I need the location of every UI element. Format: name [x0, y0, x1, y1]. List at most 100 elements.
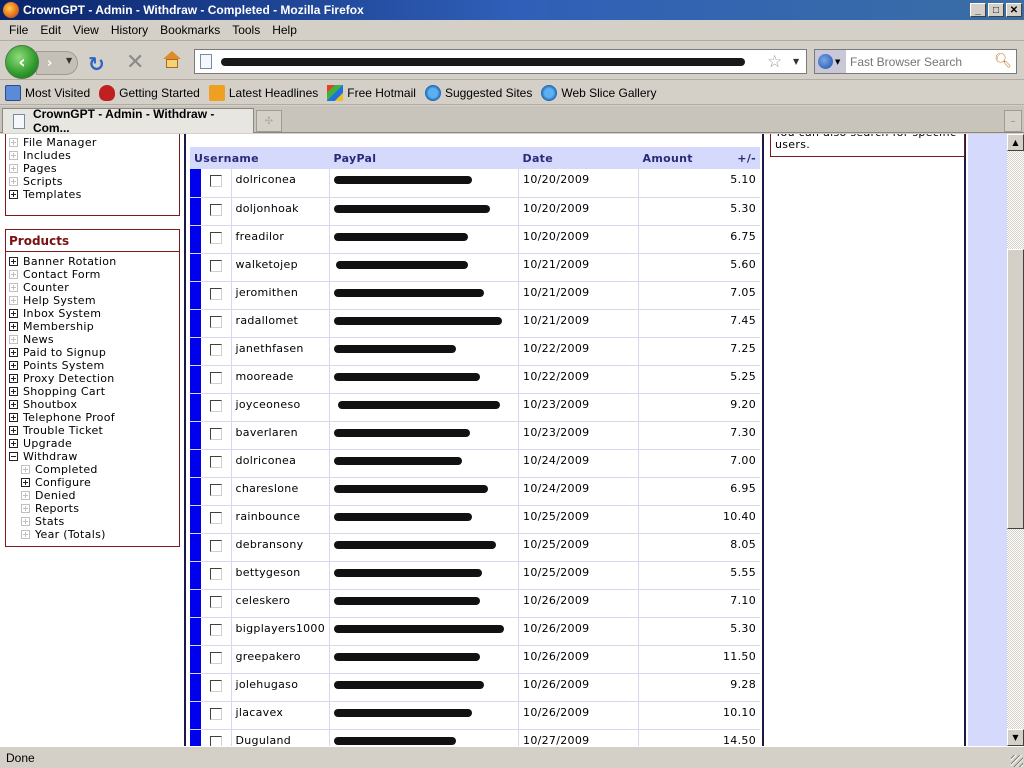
scroll-up-button[interactable]: ▲ [1007, 134, 1024, 151]
menu-view[interactable]: View [67, 23, 105, 37]
expand-icon[interactable] [9, 309, 18, 318]
search-input[interactable] [850, 53, 995, 70]
collapse-icon[interactable] [9, 452, 18, 461]
sidebar-item-shoutbox[interactable]: Shoutbox [9, 398, 179, 411]
bookmark-most-visited[interactable]: Most Visited [5, 84, 90, 101]
row-checkbox[interactable] [209, 259, 222, 272]
header-paypal[interactable]: PayPal [329, 147, 519, 169]
cell-username[interactable]: jeromithen [231, 281, 331, 310]
menu-tools[interactable]: Tools [226, 23, 266, 37]
sidebar-item-trouble-ticket[interactable]: Trouble Ticket [9, 424, 179, 437]
cell-username[interactable]: celeskero [231, 589, 331, 618]
bookmark-getting-started[interactable]: Getting Started [99, 84, 200, 101]
back-button[interactable]: ‹ [5, 45, 39, 79]
cell-username[interactable]: jolehugaso [231, 673, 331, 702]
menu-edit[interactable]: Edit [34, 23, 67, 37]
cell-username[interactable]: dolriconea [231, 449, 331, 478]
sidebar-item-news[interactable]: News [9, 333, 179, 346]
row-checkbox[interactable] [209, 343, 222, 356]
cell-username[interactable]: janethfasen [231, 337, 331, 366]
cell-username[interactable]: dolriconea [231, 169, 331, 198]
history-dropdown-icon[interactable]: ▼ [66, 56, 72, 65]
maximize-button[interactable]: □ [988, 3, 1004, 17]
cell-username[interactable]: rainbounce [231, 505, 331, 534]
sidebar-item-telephone-proof[interactable]: Telephone Proof [9, 411, 179, 424]
expand-icon[interactable] [9, 257, 18, 266]
menu-bookmarks[interactable]: Bookmarks [154, 23, 226, 37]
cell-username[interactable]: greepakero [231, 645, 331, 674]
sidebar-item-contact-form[interactable]: Contact Form [9, 268, 179, 281]
sidebar-item-stats[interactable]: Stats [9, 515, 179, 528]
row-checkbox[interactable] [209, 315, 222, 328]
bookmark-star-icon[interactable]: ☆ [767, 52, 782, 72]
expand-icon[interactable] [9, 374, 18, 383]
row-checkbox[interactable] [209, 707, 222, 720]
expand-icon[interactable] [9, 190, 18, 199]
scroll-thumb[interactable] [1007, 249, 1024, 529]
sidebar-item-denied[interactable]: Denied [9, 489, 179, 502]
sidebar-item-withdraw[interactable]: Withdraw [9, 450, 179, 463]
sidebar-item-counter[interactable]: Counter [9, 281, 179, 294]
cell-username[interactable]: jlacavex [231, 701, 331, 730]
row-checkbox[interactable] [209, 175, 222, 187]
search-icon[interactable]: 🔍︎ [994, 53, 1012, 69]
minimize-button[interactable]: _ [970, 3, 986, 17]
expand-icon[interactable] [9, 348, 18, 357]
cell-username[interactable]: baverlaren [231, 421, 331, 450]
sidebar-item-file-manager[interactable]: File Manager [9, 136, 179, 149]
new-tab-button[interactable]: ✣ [256, 110, 282, 132]
resize-grip-icon[interactable] [1011, 755, 1023, 767]
row-checkbox[interactable] [209, 539, 222, 552]
sidebar-item-proxy-detection[interactable]: Proxy Detection [9, 372, 179, 385]
bookmark-latest-headlines[interactable]: Latest Headlines [208, 84, 318, 101]
cell-username[interactable]: doljonhoak [231, 197, 331, 226]
home-icon[interactable] [163, 51, 181, 69]
menu-file[interactable]: File [3, 23, 34, 37]
sidebar-item-shopping-cart[interactable]: Shopping Cart [9, 385, 179, 398]
scroll-down-button[interactable]: ▼ [1007, 729, 1024, 746]
expand-icon[interactable] [9, 322, 18, 331]
cell-username[interactable]: mooreade [231, 365, 331, 394]
sidebar-item-reports[interactable]: Reports [9, 502, 179, 515]
cell-username[interactable]: bigplayers1000 [231, 617, 331, 646]
bookmark-web-slice-gallery[interactable]: Web Slice Gallery [541, 84, 657, 101]
cell-username[interactable]: Duguland [231, 729, 331, 746]
expand-icon[interactable] [9, 439, 18, 448]
tab-list-button[interactable]: – [1004, 110, 1022, 132]
sidebar-item-banner-rotation[interactable]: Banner Rotation [9, 255, 179, 268]
sidebar-item-includes[interactable]: Includes [9, 149, 179, 162]
cell-username[interactable]: radallomet [231, 309, 331, 338]
expand-icon[interactable] [21, 478, 30, 487]
sidebar-item-configure[interactable]: Configure [9, 476, 179, 489]
cell-username[interactable]: freadilor [231, 225, 331, 254]
expand-icon[interactable] [9, 426, 18, 435]
sidebar-item-upgrade[interactable]: Upgrade [9, 437, 179, 450]
sidebar-item-pages[interactable]: Pages [9, 162, 179, 175]
reload-icon[interactable]: ↻ [88, 52, 105, 76]
header-date[interactable]: Date [518, 147, 639, 169]
header-plusminus[interactable]: +/- [737, 152, 756, 165]
menu-history[interactable]: History [105, 23, 154, 37]
sidebar-item-inbox-system[interactable]: Inbox System [9, 307, 179, 320]
bookmark-suggested-sites[interactable]: Suggested Sites [424, 84, 532, 101]
bookmark-free-hotmail[interactable]: Free Hotmail [327, 84, 416, 101]
row-checkbox[interactable] [209, 483, 222, 496]
expand-icon[interactable] [9, 413, 18, 422]
sidebar-item-paid-to-signup[interactable]: Paid to Signup [9, 346, 179, 359]
sidebar-item-templates[interactable]: Templates [9, 188, 179, 201]
expand-icon[interactable] [9, 387, 18, 396]
row-checkbox[interactable] [209, 679, 222, 692]
stop-icon[interactable]: ✕ [126, 50, 144, 75]
row-checkbox[interactable] [209, 287, 222, 300]
cell-username[interactable]: walketojep [231, 253, 331, 282]
row-checkbox[interactable] [209, 651, 222, 664]
menu-help[interactable]: Help [266, 23, 303, 37]
cell-username[interactable]: bettygeson [231, 561, 331, 590]
row-checkbox[interactable] [209, 399, 222, 412]
row-checkbox[interactable] [209, 595, 222, 608]
row-checkbox[interactable] [209, 735, 222, 746]
row-checkbox[interactable] [209, 427, 222, 440]
expand-icon[interactable] [9, 361, 18, 370]
row-checkbox[interactable] [209, 455, 222, 468]
close-button[interactable]: ✕ [1006, 3, 1022, 17]
